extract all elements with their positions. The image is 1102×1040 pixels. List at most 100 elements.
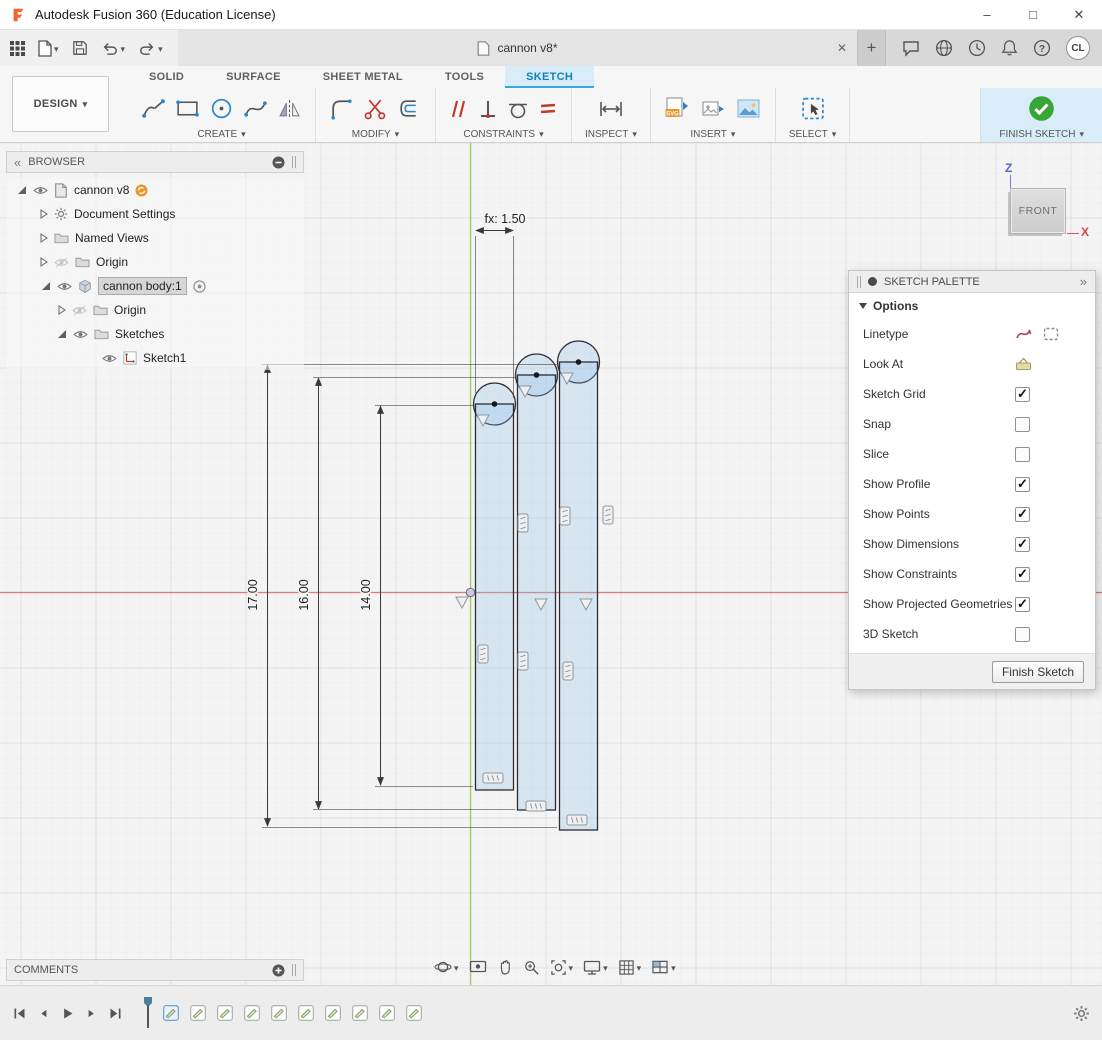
timeline-feature-sketch[interactable] — [216, 1004, 234, 1022]
origin-point[interactable] — [466, 588, 474, 596]
document-tab[interactable]: cannon v8* ✕ — [178, 30, 858, 66]
palette-options-section[interactable]: Options — [849, 293, 1095, 319]
visibility-eye-icon[interactable] — [33, 185, 48, 196]
collapse-palette-icon[interactable] — [1080, 274, 1087, 289]
finish-sketch-button[interactable]: Finish Sketch — [992, 661, 1084, 683]
linetype-construction-icon[interactable] — [1043, 327, 1059, 341]
comments-panel-header[interactable]: COMMENTS — [6, 959, 304, 981]
step-forward-button[interactable] — [85, 1006, 98, 1021]
visibility-eye-icon[interactable] — [102, 353, 117, 364]
timeline-settings-gear-icon[interactable] — [1073, 1005, 1090, 1022]
insert-canvas-icon[interactable] — [735, 97, 762, 121]
save-button[interactable] — [72, 40, 88, 56]
inspect-group-label[interactable]: INSPECT — [585, 127, 637, 142]
insert-svg-icon[interactable]: SVG — [664, 96, 691, 121]
show-constraints-checkbox[interactable] — [1015, 567, 1030, 582]
finish-sketch-group[interactable]: FINISH SKETCH — [980, 88, 1102, 142]
tab-solid[interactable]: SOLID — [128, 66, 205, 88]
panel-grip[interactable] — [292, 964, 296, 976]
create-group-label[interactable]: CREATE — [197, 127, 245, 142]
app-grid-button[interactable] — [10, 41, 25, 56]
viewports-button[interactable] — [651, 959, 676, 975]
offset-icon[interactable] — [397, 96, 422, 121]
insert-group-label[interactable]: INSERT — [690, 127, 735, 142]
create-spline-icon[interactable] — [243, 96, 268, 121]
visibility-eye-icon[interactable] — [57, 281, 72, 292]
panel-minimize-icon[interactable] — [272, 156, 285, 169]
web-home-icon[interactable] — [935, 39, 953, 57]
orbit-button[interactable] — [434, 958, 459, 976]
new-tab-button[interactable]: + — [858, 30, 886, 66]
activate-component-radio-icon[interactable] — [193, 280, 206, 293]
fillet-icon[interactable] — [329, 96, 354, 121]
timeline-playhead[interactable] — [143, 997, 153, 1029]
visibility-off-eye-icon[interactable] — [54, 257, 69, 268]
model-canvas[interactable]: fx: 1.50 17.00 16.00 14.00 — [0, 143, 1102, 985]
create-rectangle-icon[interactable] — [175, 96, 200, 121]
equal-constraint-icon[interactable] — [538, 98, 558, 120]
timeline-feature-sketch[interactable] — [297, 1004, 315, 1022]
panel-grip[interactable] — [292, 156, 296, 168]
user-avatar[interactable]: CL — [1066, 36, 1090, 60]
tab-surface[interactable]: SURFACE — [205, 66, 302, 88]
maximize-button[interactable]: □ — [1010, 0, 1056, 29]
trim-scissors-icon[interactable] — [363, 96, 388, 121]
select-group-label[interactable]: SELECT — [789, 127, 836, 142]
collapsed-arrow-icon[interactable] — [58, 305, 66, 315]
redo-button[interactable] — [138, 40, 163, 56]
mirror-icon[interactable] — [277, 96, 302, 121]
timeline-feature-sketch[interactable] — [189, 1004, 207, 1022]
sketch-grid-checkbox[interactable] — [1015, 387, 1030, 402]
go-to-start-button[interactable] — [12, 1006, 27, 1021]
grid-and-snaps-button[interactable] — [618, 959, 642, 976]
create-circle-icon[interactable] — [209, 96, 234, 121]
view-cube[interactable]: Z FRONT X — [1000, 161, 1100, 261]
collapsed-arrow-icon[interactable] — [40, 209, 48, 219]
expanded-arrow-icon[interactable] — [42, 282, 51, 291]
constraints-group-label[interactable]: CONSTRAINTS — [463, 127, 543, 142]
slice-checkbox[interactable] — [1015, 447, 1030, 462]
fit-button[interactable] — [550, 959, 574, 976]
browser-item-sketches[interactable]: Sketches — [6, 322, 304, 346]
timeline-feature-sketch[interactable] — [405, 1004, 423, 1022]
timeline-track[interactable] — [143, 997, 423, 1029]
show-profile-checkbox[interactable] — [1015, 477, 1030, 492]
tab-tools[interactable]: TOOLS — [424, 66, 505, 88]
workspace-switcher-design[interactable]: DESIGN — [12, 76, 109, 132]
timeline-feature-sketch[interactable] — [351, 1004, 369, 1022]
browser-item-origin-sub[interactable]: Origin — [6, 298, 304, 322]
display-settings-button[interactable] — [583, 959, 608, 976]
expanded-arrow-icon[interactable] — [58, 330, 67, 339]
insert-decal-icon[interactable] — [700, 97, 726, 121]
tab-close-icon[interactable]: ✕ — [837, 41, 847, 55]
tab-sheet-metal[interactable]: SHEET METAL — [302, 66, 424, 88]
panel-grip[interactable] — [857, 276, 861, 288]
go-to-end-button[interactable] — [108, 1006, 123, 1021]
3d-sketch-checkbox[interactable] — [1015, 627, 1030, 642]
help-icon[interactable]: ? — [1033, 39, 1051, 57]
look-at-button[interactable] — [469, 959, 487, 975]
measure-icon[interactable] — [598, 97, 624, 121]
comments-feed-icon[interactable] — [902, 40, 920, 57]
zoom-button[interactable] — [523, 959, 540, 976]
timeline-feature-sketch[interactable] — [162, 1004, 180, 1022]
finish-sketch-check-icon[interactable] — [1027, 94, 1056, 123]
timeline-feature-sketch[interactable] — [378, 1004, 396, 1022]
step-back-button[interactable] — [37, 1006, 50, 1021]
parallel-constraint-icon[interactable] — [449, 98, 469, 120]
viewcube-front-face[interactable]: FRONT — [1010, 188, 1066, 234]
browser-item-root[interactable]: cannon v8 — [6, 178, 304, 202]
timeline-feature-sketch[interactable] — [270, 1004, 288, 1022]
notifications-bell-icon[interactable] — [1001, 39, 1018, 57]
modify-group-label[interactable]: MODIFY — [352, 127, 399, 142]
perpendicular-constraint-icon[interactable] — [478, 98, 498, 120]
close-window-button[interactable]: ✕ — [1056, 0, 1102, 29]
snap-checkbox[interactable] — [1015, 417, 1030, 432]
collapsed-arrow-icon[interactable] — [40, 257, 48, 267]
panel-expand-icon[interactable] — [272, 964, 285, 977]
play-button[interactable] — [60, 1006, 75, 1021]
finish-sketch-label[interactable]: FINISH SKETCH — [999, 127, 1084, 142]
show-dimensions-checkbox[interactable] — [1015, 537, 1030, 552]
browser-item-named-views[interactable]: Named Views — [6, 226, 304, 250]
tab-sketch[interactable]: SKETCH — [505, 66, 594, 88]
